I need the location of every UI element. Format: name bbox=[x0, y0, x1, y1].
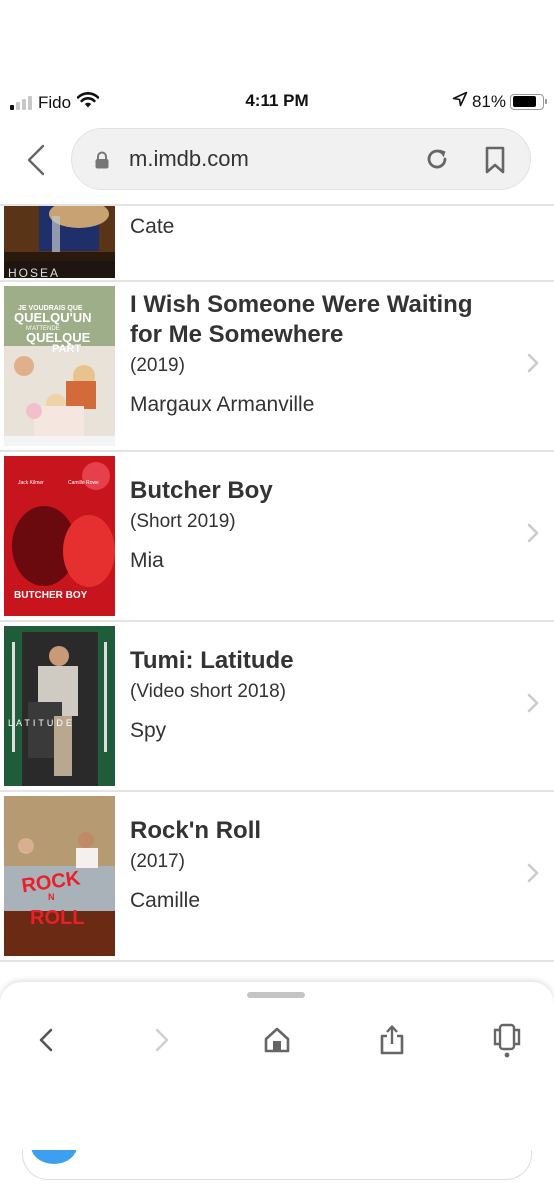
address-bar[interactable]: m.imdb.com bbox=[71, 128, 531, 190]
battery-fill bbox=[512, 96, 536, 107]
svg-text:ROLL: ROLL bbox=[30, 907, 84, 929]
tabs-icon bbox=[493, 1023, 521, 1058]
toolbar-tabs-button[interactable] bbox=[485, 1018, 529, 1062]
role-name: Mia bbox=[130, 549, 164, 572]
role-name: Cate bbox=[130, 215, 175, 238]
toolbar-forward-button[interactable] bbox=[140, 1018, 184, 1062]
reload-icon bbox=[427, 149, 447, 169]
bookmark-button[interactable] bbox=[484, 146, 506, 179]
title-link[interactable]: I Wish Someone Were Waiting for Me Somew… bbox=[130, 290, 504, 350]
list-item[interactable]: HOSEA Cate bbox=[0, 206, 554, 282]
svg-text:Jack Kilmer: Jack Kilmer bbox=[18, 480, 44, 486]
title-link[interactable]: Rock'n Roll bbox=[130, 816, 504, 846]
svg-text:HOSEA: HOSEA bbox=[8, 266, 60, 278]
svg-text:LATITUDE: LATITUDE bbox=[8, 718, 75, 728]
url-text[interactable]: m.imdb.com bbox=[129, 146, 249, 172]
title-link[interactable]: Butcher Boy bbox=[130, 476, 504, 506]
underlying-app-bar bbox=[22, 1150, 532, 1180]
chevron-right-icon bbox=[526, 862, 540, 889]
year-type: (Short 2019) bbox=[130, 511, 236, 532]
browser-address-row: m.imdb.com bbox=[0, 126, 554, 194]
toolbar-share-button[interactable] bbox=[370, 1018, 414, 1062]
bookmark-icon bbox=[485, 146, 505, 174]
chevron-right-icon bbox=[526, 352, 540, 379]
status-bar: Fido 4:11 PM 81% bbox=[0, 84, 554, 118]
chevron-right-icon bbox=[155, 1028, 169, 1052]
list-item[interactable]: JE VOUDRAIS QUE QUELQU'UN M'ATTENDE QUEL… bbox=[0, 282, 554, 452]
toolbar-back-button[interactable] bbox=[24, 1018, 68, 1062]
list-item[interactable]: ROCK N ROLL Rock'n Roll (2017) Camille bbox=[0, 792, 554, 962]
poster-image: LATITUDE bbox=[4, 626, 115, 786]
role-name: Camille bbox=[130, 889, 201, 912]
svg-text:Camille Rowe: Camille Rowe bbox=[68, 480, 99, 486]
battery-percent: 81% bbox=[471, 91, 506, 111]
year-type: (Video short 2018) bbox=[130, 681, 286, 702]
share-icon bbox=[380, 1025, 404, 1055]
year-type: (2017) bbox=[130, 851, 185, 872]
lock-icon bbox=[94, 151, 110, 174]
svg-text:PART: PART bbox=[52, 343, 81, 355]
toolbar-home-button[interactable] bbox=[255, 1018, 299, 1062]
reload-button[interactable] bbox=[424, 146, 450, 177]
battery-icon bbox=[510, 93, 547, 110]
location-arrow-icon bbox=[452, 91, 468, 112]
app-icon bbox=[31, 1150, 77, 1164]
filmography-list: HOSEA Cate JE VOUDRAIS QUE QUELQU'UN M'A… bbox=[0, 204, 554, 962]
back-button[interactable] bbox=[18, 140, 54, 180]
svg-text:BUTCHER BOY: BUTCHER BOY bbox=[14, 590, 88, 601]
title-link[interactable]: Tumi: Latitude bbox=[130, 646, 504, 676]
list-item[interactable]: Jack Kilmer Camille Rowe BUTCHER BOY But… bbox=[0, 452, 554, 622]
chevron-right-icon bbox=[526, 522, 540, 549]
chevron-left-icon bbox=[27, 144, 45, 176]
role-name: Margaux Armanville bbox=[130, 393, 315, 416]
year-type: (2019) bbox=[130, 355, 185, 376]
poster-image: JE VOUDRAIS QUE QUELQU'UN M'ATTENDE QUEL… bbox=[4, 286, 115, 446]
home-icon bbox=[264, 1027, 290, 1053]
sheet-grabber[interactable] bbox=[247, 992, 305, 998]
svg-text:QUELQU'UN: QUELQU'UN bbox=[14, 310, 91, 325]
poster-image: ROCK N ROLL bbox=[4, 796, 115, 956]
list-item[interactable]: LATITUDE Tumi: Latitude (Video short 201… bbox=[0, 622, 554, 792]
poster-image: Jack Kilmer Camille Rowe BUTCHER BOY bbox=[4, 456, 115, 616]
poster-image: HOSEA bbox=[4, 206, 115, 278]
role-name: Spy bbox=[130, 719, 167, 742]
chevron-left-icon bbox=[39, 1028, 53, 1052]
svg-text:N: N bbox=[48, 892, 55, 902]
chevron-right-icon bbox=[526, 692, 540, 719]
browser-toolbar bbox=[0, 982, 554, 1200]
